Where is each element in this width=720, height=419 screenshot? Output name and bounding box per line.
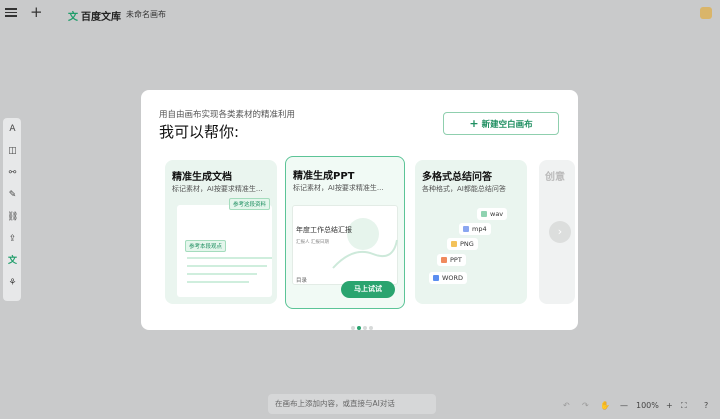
format-png: PNG (447, 238, 478, 250)
card-multi-format-qa[interactable]: 多格式总结问答 各种格式，AI都能总结问答 wav mp4 PNG PPT WO… (415, 160, 527, 304)
text-icon[interactable]: A (7, 124, 18, 135)
logo-mark: 文 (68, 12, 78, 23)
shape-icon[interactable]: ◫ (7, 146, 18, 157)
text-line (187, 265, 267, 267)
new-blank-canvas-button[interactable]: + 新建空白画布 (443, 112, 559, 135)
zoom-out-icon[interactable]: — (620, 401, 628, 410)
card-desc: 标记素材，AI按要求精准生... (293, 184, 384, 192)
slide-preview (292, 205, 398, 285)
logo-text: 百度文库 (81, 12, 121, 23)
add-icon[interactable]: + (30, 5, 43, 20)
carousel-dot[interactable] (369, 326, 373, 330)
redo-icon[interactable]: ↷ (582, 401, 589, 410)
plus-icon: + (469, 117, 479, 130)
card-desc: 各种格式，AI都能总结问答 (422, 185, 506, 193)
next-arrow-icon[interactable]: › (549, 221, 571, 243)
undo-icon[interactable]: ↶ (563, 401, 570, 410)
carousel-dot[interactable] (351, 326, 355, 330)
new-blank-canvas-label: 新建空白画布 (481, 120, 533, 130)
try-now-button[interactable]: 马上试试 (341, 281, 395, 298)
wav-icon (481, 211, 487, 217)
tag-reference-view: 参考本段观点 (185, 240, 227, 252)
left-toolbar: A ◫ ⚯ ✎ ⛓ ⇪ 文 ⚘ (3, 118, 21, 301)
video-icon (463, 226, 469, 232)
fit-screen-icon[interactable]: ⛶ (681, 401, 687, 411)
menu-icon[interactable] (5, 6, 17, 19)
card-title: 多格式总结问答 (422, 172, 492, 183)
card-generate-doc[interactable]: 精准生成文档 标记素材，AI按要求精准生... 参考这段资料 参考本段观点 (165, 160, 277, 304)
connector-icon[interactable]: ⚯ (7, 168, 18, 179)
wenku-icon[interactable]: 文 (7, 256, 18, 267)
slide-graphic (332, 218, 398, 269)
ai-chat-input[interactable]: 在画布上添加内容，或直接与AI对话 (268, 394, 436, 414)
zoom-in-icon[interactable]: + (666, 401, 673, 410)
word-icon (433, 275, 439, 281)
welcome-dialog: 用自由画布实现各类素材的精准利用 我可以帮你: + 新建空白画布 精准生成文档 标… (141, 90, 578, 330)
format-mp4: mp4 (459, 223, 491, 235)
pen-icon[interactable]: ✎ (7, 190, 18, 201)
dialog-title: 我可以帮你: (159, 123, 240, 141)
card-title: 精准生成PPT (293, 171, 355, 182)
format-word: WORD (429, 272, 468, 284)
ppt-icon (441, 257, 447, 263)
slide-toc: 目录 (296, 278, 308, 284)
card-title: 精准生成文档 (172, 172, 232, 183)
card-title: 创意 (545, 172, 565, 183)
carousel-dots (351, 315, 375, 334)
apps-icon[interactable]: ⚘ (7, 278, 18, 289)
carousel-dot-active[interactable] (357, 326, 361, 330)
hand-icon[interactable]: ✋ (600, 401, 610, 410)
link-icon[interactable]: ⛓ (7, 212, 18, 223)
doc-title[interactable]: 未命名画布 (126, 9, 166, 20)
top-bar: + 文百度文库 未命名画布 (0, 0, 720, 28)
zoom-level[interactable]: 100% (636, 401, 659, 410)
tag-reference-material: 参考这段资料 (229, 198, 271, 210)
logo[interactable]: 文百度文库 (68, 8, 121, 23)
slide-meta: 汇报人 汇报日期 (296, 240, 329, 245)
text-line (187, 257, 272, 259)
slide-title: 年度工作总结汇报 (296, 226, 352, 234)
text-line (187, 281, 249, 283)
help-icon[interactable]: ? (704, 401, 708, 410)
upload-icon[interactable]: ⇪ (7, 234, 18, 245)
image-icon (451, 241, 457, 247)
card-generate-ppt[interactable]: 精准生成PPT 标记素材，AI按要求精准生... 年度工作总结汇报 汇报人 汇报… (285, 156, 405, 309)
text-line (187, 273, 257, 275)
format-ppt: PPT (437, 254, 466, 266)
card-desc: 标记素材，AI按要求精准生... (172, 185, 263, 193)
carousel-dot[interactable] (363, 326, 367, 330)
dialog-subtitle: 用自由画布实现各类素材的精准利用 (159, 110, 296, 120)
format-wav: wav (477, 208, 508, 220)
avatar[interactable] (700, 7, 712, 19)
